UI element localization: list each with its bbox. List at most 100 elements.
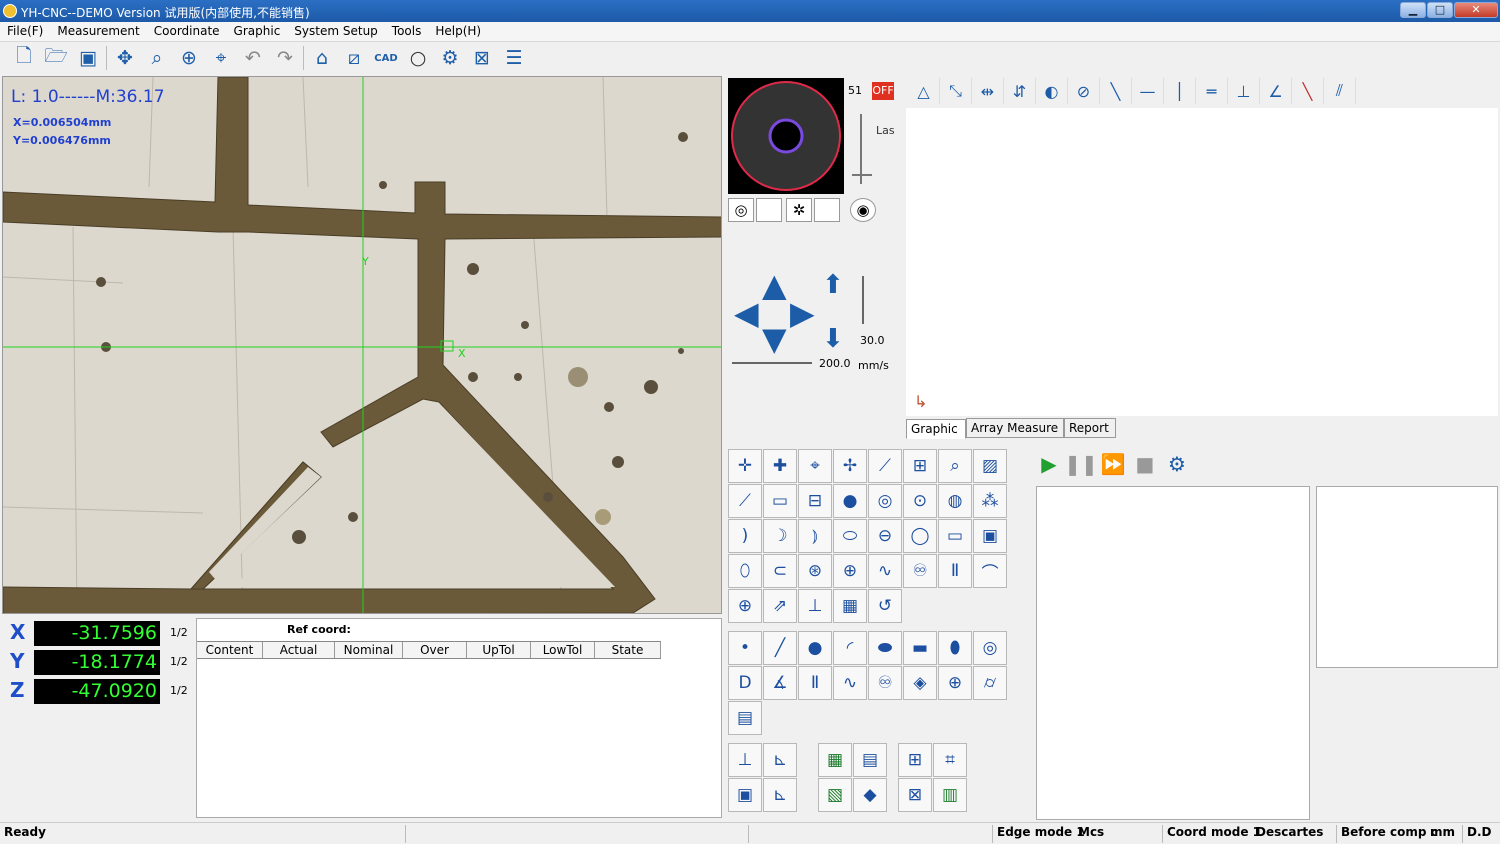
arc-edge-icon[interactable]: ☽: [763, 519, 797, 553]
tab-array-measure[interactable]: Array Measure: [966, 418, 1064, 438]
settings-gear-icon[interactable]: ⚙: [434, 44, 466, 72]
slot-icon[interactable]: ⬯: [728, 554, 762, 588]
z-up-arrow-icon[interactable]: ⬆: [822, 270, 844, 300]
jog-down-arrow-icon[interactable]: ▼: [762, 320, 787, 358]
sphere-icon[interactable]: ⊕: [938, 666, 972, 700]
construct-ellipse-icon[interactable]: ⬬: [868, 631, 902, 665]
word-icon[interactable]: ▤: [853, 743, 887, 777]
dro-resolution-button[interactable]: 1/2: [170, 684, 188, 697]
circle-fill-icon[interactable]: ●: [833, 484, 867, 518]
ring-light-preview[interactable]: [728, 78, 844, 194]
cad-icon[interactable]: CAD: [370, 44, 402, 72]
color-bar-icon[interactable]: ▥: [933, 778, 967, 812]
contour-measure-icon[interactable]: ♾: [868, 666, 902, 700]
line-point-icon[interactable]: ⟋: [868, 449, 902, 483]
menu-tools[interactable]: Tools: [385, 22, 429, 41]
fast-forward-icon[interactable]: ⏩: [1098, 449, 1128, 479]
zoom-window-icon[interactable]: ⌕: [141, 44, 173, 72]
construct-rectangle-icon[interactable]: ▬: [903, 631, 937, 665]
diameter-icon[interactable]: ⊘: [1068, 78, 1100, 104]
curve-measure-icon[interactable]: ∿: [833, 666, 867, 700]
focus-point-icon[interactable]: ⌖: [798, 449, 832, 483]
multi-circle-icon[interactable]: ⁂: [973, 484, 1007, 518]
arc-3point-icon[interactable]: ⦆: [798, 519, 832, 553]
x-dim-icon[interactable]: ⇹: [972, 78, 1004, 104]
probe-icon[interactable]: ⧄: [338, 44, 370, 72]
eraser-icon[interactable]: ◆: [853, 778, 887, 812]
ellipse-icon[interactable]: ⬭: [833, 519, 867, 553]
cylinder-icon[interactable]: ⌭: [973, 666, 1007, 700]
circle-points-icon[interactable]: ⊛: [798, 554, 832, 588]
menu-help[interactable]: Help(H): [428, 22, 488, 41]
dro-axis-label[interactable]: Y: [10, 649, 24, 673]
new-file-icon[interactable]: 🗋: [8, 44, 40, 72]
minimize-button[interactable]: ▁: [1400, 2, 1426, 18]
tab-graphic[interactable]: Graphic: [906, 419, 966, 439]
angle-measure-icon[interactable]: ∡: [763, 666, 797, 700]
element-list[interactable]: [1316, 486, 1498, 668]
line-color-icon[interactable]: ╲: [1292, 78, 1324, 104]
surface-light-icon[interactable]: ◎: [728, 198, 754, 222]
target-icon[interactable]: ⊕: [173, 44, 205, 72]
redo-icon[interactable]: ↷: [269, 44, 301, 72]
excel-icon[interactable]: ▦: [818, 743, 852, 777]
contour-light-icon[interactable]: ◉: [850, 198, 876, 222]
jog-left-arrow-icon[interactable]: ◀: [734, 294, 759, 332]
edge-point-icon[interactable]: ✚: [763, 449, 797, 483]
rectangle-edge-icon[interactable]: ▣: [973, 519, 1007, 553]
maximize-button[interactable]: □: [1427, 2, 1453, 18]
line-box-icon[interactable]: ▭: [763, 484, 797, 518]
auto-focus-icon[interactable]: ⌖: [205, 44, 237, 72]
ring-segment-icon[interactable]: ✲: [786, 198, 812, 222]
rectangle-icon[interactable]: ▭: [938, 519, 972, 553]
distance-icon[interactable]: Ⅾ: [728, 666, 762, 700]
slot-edge-icon[interactable]: ⊂: [763, 554, 797, 588]
z-down-arrow-icon[interactable]: ⬇: [822, 324, 844, 354]
blank-light-button[interactable]: [814, 198, 840, 222]
vertical-line-icon[interactable]: │: [1164, 78, 1196, 104]
line-icon[interactable]: ⟋: [728, 484, 762, 518]
column-header[interactable]: Nominal: [335, 642, 403, 658]
ring-icon[interactable]: ◎: [868, 484, 902, 518]
plane-icon[interactable]: ◈: [903, 666, 937, 700]
dro-resolution-button[interactable]: 1/2: [170, 626, 188, 639]
column-header[interactable]: Over: [403, 642, 467, 658]
form-icon[interactable]: ▤: [728, 701, 762, 735]
play-icon[interactable]: ▶: [1034, 449, 1064, 479]
frame-icon[interactable]: ⌗: [933, 743, 967, 777]
menu-file[interactable]: File(F): [0, 22, 50, 41]
add-box-icon[interactable]: ⊞: [898, 743, 932, 777]
coordinate-icon[interactable]: ⊾: [763, 778, 797, 812]
column-header[interactable]: LowTol: [531, 642, 595, 658]
menu-graphic[interactable]: Graphic: [227, 22, 288, 41]
double-line-icon[interactable]: ⊟: [798, 484, 832, 518]
fit-view-icon[interactable]: ⊠: [466, 44, 498, 72]
construct-circle-icon[interactable]: ●: [798, 631, 832, 665]
calculator-icon[interactable]: ▦: [833, 589, 867, 623]
perpendicular-icon[interactable]: ⊥: [1228, 78, 1260, 104]
save-program-icon[interactable]: ▣: [728, 778, 762, 812]
radius-icon[interactable]: ◐: [1036, 78, 1068, 104]
height-measure-icon[interactable]: Ⅱ: [798, 666, 832, 700]
arc-line-icon[interactable]: ⌒: [973, 554, 1007, 588]
home-icon[interactable]: ⌂: [306, 44, 338, 72]
blank-light-button[interactable]: [756, 198, 782, 222]
menu-system-setup[interactable]: System Setup: [287, 22, 385, 41]
construct-line-icon[interactable]: ╱: [763, 631, 797, 665]
dro-axis-label[interactable]: Z: [10, 678, 25, 702]
distance-dim-icon[interactable]: ⤡: [940, 78, 972, 104]
light-slider-thumb[interactable]: [852, 174, 872, 176]
z-speed-slider[interactable]: [862, 276, 864, 324]
xy-speed-slider[interactable]: [732, 362, 812, 364]
move-icon[interactable]: ✥: [109, 44, 141, 72]
mf-icon[interactable]: ⊠: [898, 778, 932, 812]
hatch-icon[interactable]: ⫽: [1324, 78, 1356, 104]
run-settings-icon[interactable]: ⚙: [1162, 449, 1192, 479]
close-button[interactable]: ✕: [1454, 2, 1498, 18]
circle-edge-icon[interactable]: ⊙: [903, 484, 937, 518]
cross-point-icon[interactable]: ✢: [833, 449, 867, 483]
column-header[interactable]: UpTol: [467, 642, 531, 658]
light-off-button[interactable]: OFF: [872, 82, 894, 100]
move-to-icon[interactable]: ⇗: [763, 589, 797, 623]
jog-up-arrow-icon[interactable]: ▲: [762, 266, 787, 304]
